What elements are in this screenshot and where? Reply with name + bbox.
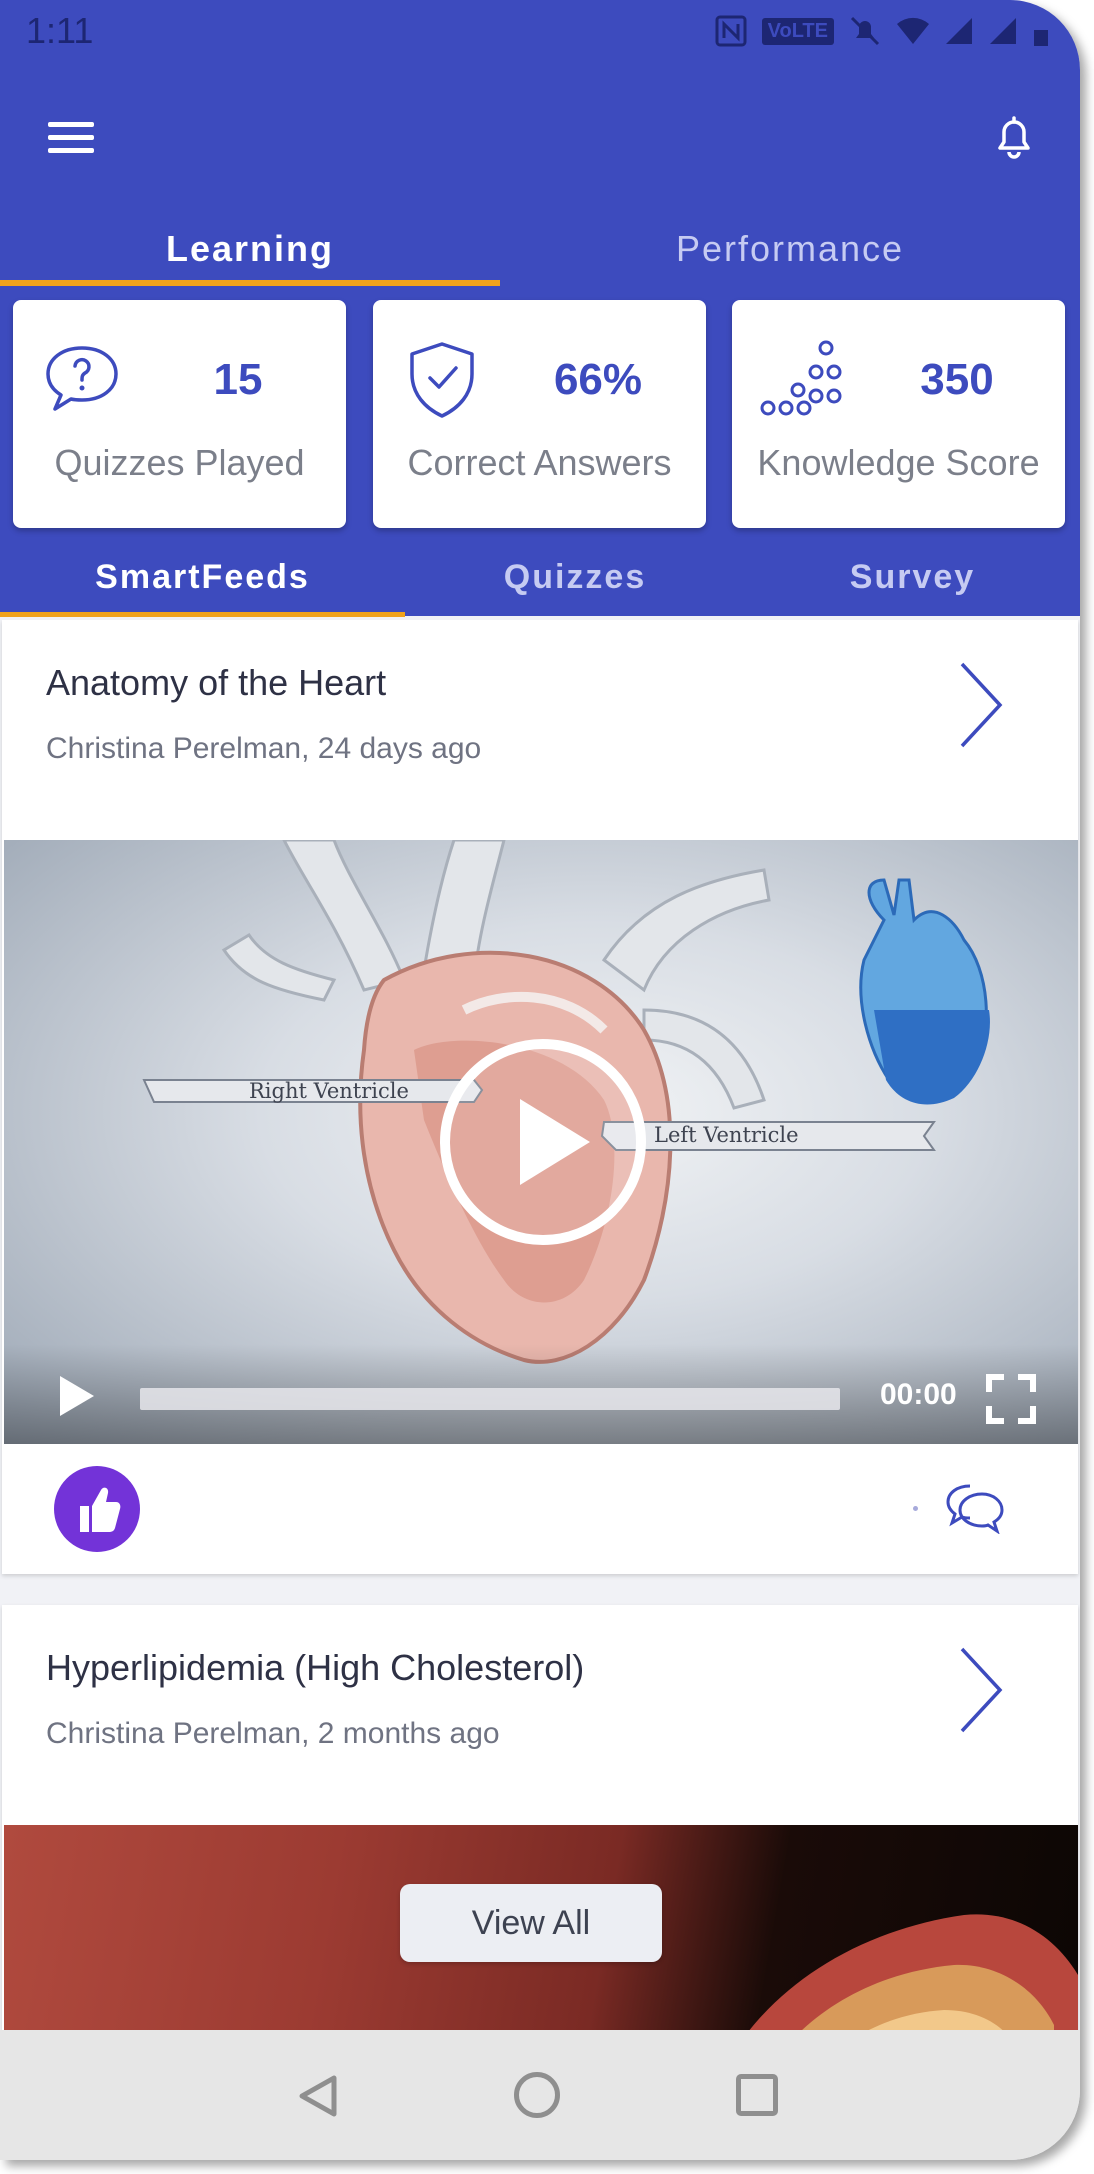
post-meta: Christina Perelman, 24 days ago (46, 732, 482, 765)
chevron-right-icon[interactable] (956, 1645, 1006, 1735)
comments-icon[interactable] (944, 1480, 1008, 1534)
menu-bar-bot (48, 148, 94, 153)
stat-card-correct-answers[interactable]: 66% Correct Answers (373, 300, 706, 528)
label-right-ventricle: Right Ventricle (249, 1079, 409, 1103)
smartfeed-list: Anatomy of the Heart Christina Perelman,… (0, 620, 1080, 2030)
active-tab-indicator (0, 280, 500, 286)
battery-icon (1034, 30, 1048, 46)
status-icons: VoLTE (714, 14, 1050, 48)
stat-label: Correct Answers (407, 442, 672, 483)
video-time: 00:00 (880, 1378, 957, 1411)
thumbs-up-icon (80, 1487, 121, 1532)
like-button[interactable] (54, 1466, 140, 1552)
post-title: Hyperlipidemia (High Cholesterol) (46, 1647, 585, 1688)
dots-pyramid-icon (760, 340, 842, 416)
fullscreen-icon[interactable] (986, 1374, 1036, 1424)
view-all-button[interactable]: View All (400, 1884, 662, 1962)
app-header: Learning Performance 15 Quizzes Played 6… (0, 66, 1080, 617)
stat-label: Quizzes Played (54, 442, 305, 483)
feed-post: Anatomy of the Heart Christina Perelman,… (2, 620, 1078, 1574)
video-controls: 00:00 (4, 1344, 1078, 1444)
stats-cards: 15 Quizzes Played 66% Correct Answers 35… (0, 300, 1080, 530)
tab-survey[interactable]: Survey (745, 546, 1080, 610)
top-tabs: Learning Performance (0, 216, 1080, 290)
menu-button[interactable] (44, 116, 98, 160)
shield-check-icon (410, 342, 474, 418)
stat-card-knowledge-score[interactable]: 350 Knowledge Score (732, 300, 1065, 528)
signal-icon (946, 18, 972, 44)
signal-icon-2 (990, 18, 1016, 44)
bell-icon[interactable] (990, 112, 1038, 162)
tab-performance[interactable]: Performance (540, 216, 1040, 290)
heart-diagram-icon (859, 878, 990, 1105)
separator-dot (913, 1506, 918, 1511)
post-actions (2, 1444, 1078, 1574)
tab-quizzes[interactable]: Quizzes (405, 546, 745, 610)
post-meta: Christina Perelman, 2 months ago (46, 1717, 500, 1750)
tab-learning[interactable]: Learning (0, 216, 500, 290)
menu-bar-mid (48, 135, 94, 140)
label-left-ventricle: Left Ventricle (654, 1123, 799, 1147)
stat-value: 15 (213, 355, 263, 404)
nfc-icon (715, 15, 747, 47)
play-icon[interactable] (56, 1374, 96, 1418)
post-title: Anatomy of the Heart (46, 662, 387, 703)
post-header[interactable]: Hyperlipidemia (High Cholesterol) Christ… (2, 1605, 1078, 1825)
video-player[interactable]: Right Ventricle Left Ventricle 00:00 (4, 840, 1078, 1444)
stat-value: 350 (920, 355, 994, 404)
recents-icon[interactable] (736, 2074, 778, 2116)
speech-question-icon (46, 346, 118, 411)
status-time: 1:11 (26, 10, 94, 51)
tab-smartfeeds[interactable]: SmartFeeds (0, 546, 405, 610)
home-icon[interactable] (514, 2072, 560, 2118)
stat-label: Knowledge Score (757, 442, 1040, 483)
menu-bar-top (48, 122, 94, 127)
chevron-right-icon[interactable] (956, 660, 1006, 750)
play-overlay-icon[interactable] (438, 1037, 648, 1247)
wifi-icon (897, 17, 929, 44)
post-header[interactable]: Anatomy of the Heart Christina Perelman,… (2, 620, 1078, 840)
back-icon[interactable] (296, 2074, 340, 2118)
stat-card-quizzes-played[interactable]: 15 Quizzes Played (13, 300, 346, 528)
bell-off-icon (850, 16, 880, 46)
feed-post: Hyperlipidemia (High Cholesterol) Christ… (2, 1605, 1078, 2030)
sub-tabs: SmartFeeds Quizzes Survey (0, 546, 1080, 616)
active-subtab-indicator (0, 612, 405, 617)
stat-value: 66% (553, 355, 643, 404)
system-nav-bar (0, 2030, 1080, 2160)
volte-icon: VoLTE (761, 17, 834, 45)
video-seekbar[interactable] (140, 1388, 840, 1410)
status-bar: 1:11 VoLTE (0, 0, 1080, 66)
phone-screen: 1:11 VoLTE Learning Performance 15 Quizz… (0, 0, 1080, 2160)
